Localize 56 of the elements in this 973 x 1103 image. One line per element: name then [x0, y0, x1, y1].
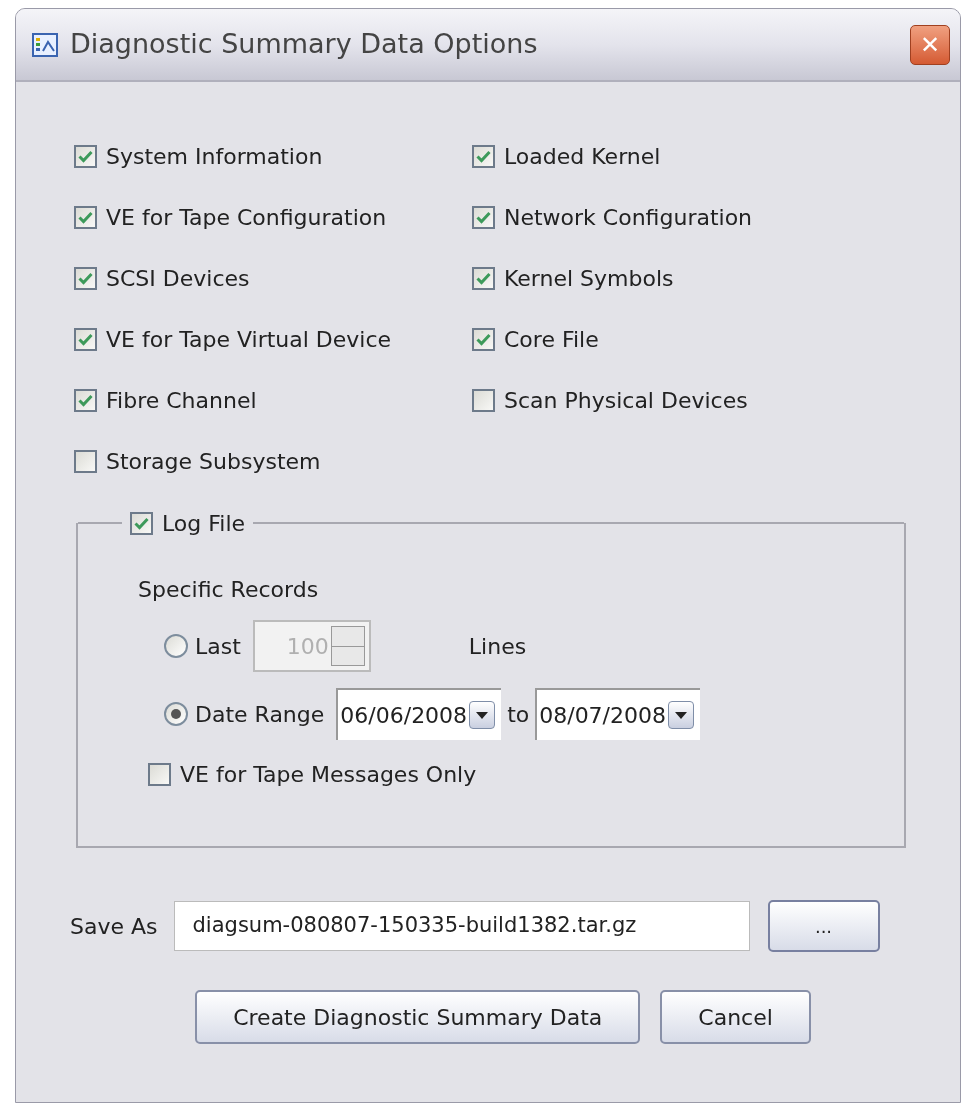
- checkbox-label: Core File: [504, 325, 599, 354]
- checkbox-label: Network Configuration: [504, 203, 753, 232]
- checkbox-label: System Information: [106, 142, 323, 171]
- checkmark-icon: [476, 271, 491, 285]
- checkbox[interactable]: [130, 511, 153, 535]
- checkmark-icon: [78, 393, 93, 407]
- dialog-button[interactable]: Cancel: [660, 990, 811, 1044]
- checkbox[interactable]: [74, 266, 97, 290]
- checkbox-label: Log File: [162, 509, 246, 538]
- checkbox[interactable]: [472, 327, 495, 351]
- checkmark-icon: [476, 332, 491, 346]
- window-title: Diagnostic Summary Data Options: [70, 27, 538, 62]
- checkmark-icon: [134, 516, 149, 530]
- checkmark-icon: [476, 149, 491, 163]
- dropdown-button[interactable]: [668, 701, 695, 729]
- field-label: Save As: [70, 912, 158, 941]
- checkbox-label: Scan Physical Devices: [504, 386, 748, 415]
- checkbox[interactable]: [472, 266, 495, 290]
- checkmark-icon: [78, 149, 93, 163]
- checkbox[interactable]: [148, 762, 171, 786]
- checkbox[interactable]: [472, 205, 495, 229]
- window-icon: [32, 32, 58, 57]
- checkbox-label: Storage Subsystem: [106, 447, 321, 476]
- dialog-button[interactable]: Create Diagnostic Summary Data: [195, 990, 641, 1044]
- checkmark-icon: [476, 210, 491, 224]
- checkbox[interactable]: [74, 327, 97, 351]
- date-field[interactable]: 08/07/2008: [535, 688, 701, 740]
- radio-label: Last: [195, 632, 241, 661]
- checkbox-label: VE for Tape Messages Only: [180, 760, 477, 789]
- unit-label: Lines: [468, 632, 527, 661]
- checkbox[interactable]: [74, 205, 97, 229]
- checkbox-label: VE for Tape Configuration: [106, 203, 387, 232]
- checkmark-icon: [78, 210, 93, 224]
- checkbox-label: Kernel Symbols: [504, 264, 674, 293]
- checkbox-label: Loaded Kernel: [504, 142, 661, 171]
- dropdown-button[interactable]: [469, 701, 496, 729]
- radio-label: Date Range: [195, 700, 325, 729]
- checkmark-icon: [78, 332, 93, 346]
- section-heading: Specific Records: [138, 576, 320, 604]
- range-separator: to: [507, 700, 530, 729]
- checkbox[interactable]: [74, 388, 97, 412]
- checkbox[interactable]: [472, 388, 495, 412]
- checkmark-icon: [78, 271, 93, 285]
- checkbox-label: SCSI Devices: [106, 264, 250, 293]
- date-field[interactable]: 06/06/2008: [336, 688, 502, 740]
- checkbox-label: Fibre Channel: [106, 386, 257, 415]
- checkbox[interactable]: [74, 144, 97, 168]
- radio-button[interactable]: [164, 702, 188, 726]
- checkbox[interactable]: [74, 449, 97, 473]
- filename-field[interactable]: diagsum-080807-150335-build1382.tar.gz: [173, 901, 750, 951]
- caret-icon: [675, 711, 688, 719]
- caret-icon: [476, 711, 489, 719]
- browse-button[interactable]: ...: [767, 900, 880, 952]
- radio-button[interactable]: [164, 634, 188, 658]
- checkbox-label: VE for Tape Virtual Device: [106, 325, 392, 354]
- checkbox[interactable]: [472, 144, 495, 168]
